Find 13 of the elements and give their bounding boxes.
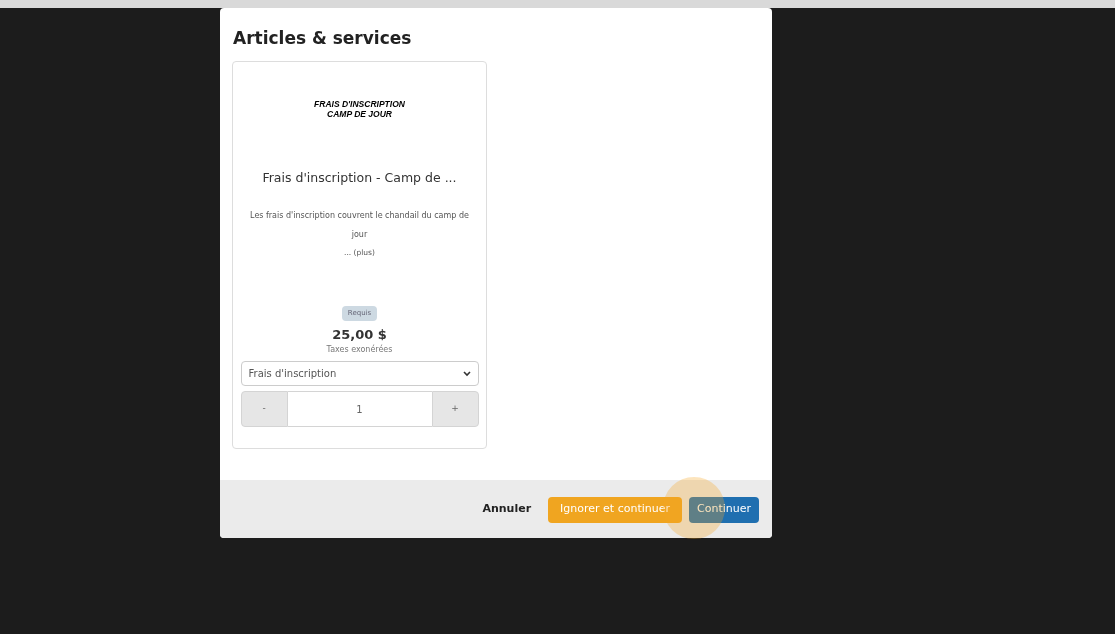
quantity-field[interactable]: 1 <box>287 391 432 427</box>
product-price: 25,00 $ <box>332 325 387 344</box>
decrement-button[interactable]: - <box>240 391 288 427</box>
option-dropdown[interactable]: Frais d'inscription <box>240 361 479 386</box>
product-image-text: FRAIS D'INSCRIPTION CAMP DE JOUR <box>314 99 405 120</box>
chevron-down-icon <box>462 370 471 377</box>
product-name: Frais d'inscription - Camp de ... <box>262 169 457 188</box>
dialog-title: Articles & services <box>233 28 413 50</box>
cancel-button[interactable]: Annuler <box>472 496 542 523</box>
product-description: Les frais d'inscription couvrent le chandail du camp de jour <box>249 210 470 241</box>
tax-note: Taxes exonérées <box>326 344 393 356</box>
continue-button[interactable]: Continuer <box>689 496 759 523</box>
increment-button[interactable]: + <box>431 391 479 427</box>
